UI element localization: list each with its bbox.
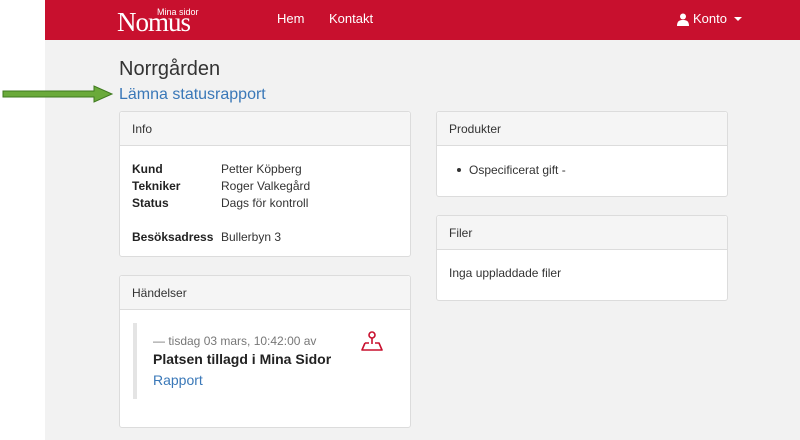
list-item: Ospecificerat gift - [457, 163, 566, 177]
files-empty-message: Inga uppladdade filer [449, 266, 562, 280]
nav-contact-link[interactable]: Kontakt [329, 11, 373, 27]
info-value: Dags för kontroll [221, 196, 309, 210]
nav-home-link[interactable]: Hem [277, 11, 304, 27]
event-title: Platsen tillagd i Mina Sidor [153, 351, 332, 367]
info-label: Kund [132, 162, 163, 176]
event-report-link[interactable]: Rapport [153, 372, 203, 389]
account-menu-button[interactable]: Konto [677, 11, 742, 27]
info-label: Status [132, 196, 169, 210]
products-panel: Produkter Ospecificerat gift - [436, 111, 728, 197]
products-panel-heading: Produkter [437, 112, 727, 146]
brand-logo[interactable]: Nomus Mina sidor [117, 2, 199, 38]
info-value: Roger Valkegård [221, 179, 311, 193]
files-panel-heading: Filer [437, 216, 727, 250]
info-value: Bullerbyn 3 [221, 230, 282, 244]
info-panel-heading: Info [120, 112, 410, 146]
submit-status-report-link[interactable]: Lämna statusrapport [119, 85, 266, 105]
green-arrow-icon [2, 85, 114, 103]
map-pin-icon [361, 331, 383, 351]
caret-down-icon [734, 17, 742, 21]
page: Nomus Mina sidor Hem Kontakt Konto Norrg… [0, 0, 800, 440]
info-value: Petter Köpberg [221, 162, 302, 176]
files-panel: Filer Inga uppladdade filer [436, 215, 728, 301]
info-label: Tekniker [132, 179, 181, 193]
event-item: — tisdag 03 mars, 10:42:00 av Platsen ti… [133, 323, 397, 399]
info-label: Besöksadress [132, 230, 214, 244]
bullet-icon [457, 168, 461, 172]
account-label: Konto [693, 11, 727, 26]
events-panel: Händelser — tisdag 03 mars, 10:42:00 av … [119, 275, 411, 428]
events-panel-heading: Händelser [120, 276, 410, 310]
brand-subtitle: Mina sidor [157, 7, 199, 17]
event-timestamp: — tisdag 03 mars, 10:42:00 av [153, 334, 317, 348]
page-title: Norrgården [119, 58, 221, 80]
product-name: Ospecificerat gift - [469, 163, 566, 177]
info-panel: Info Kund Petter Köpberg Tekniker Roger … [119, 111, 411, 257]
top-navbar: Nomus Mina sidor Hem Kontakt Konto [45, 0, 800, 40]
user-icon [677, 13, 690, 26]
